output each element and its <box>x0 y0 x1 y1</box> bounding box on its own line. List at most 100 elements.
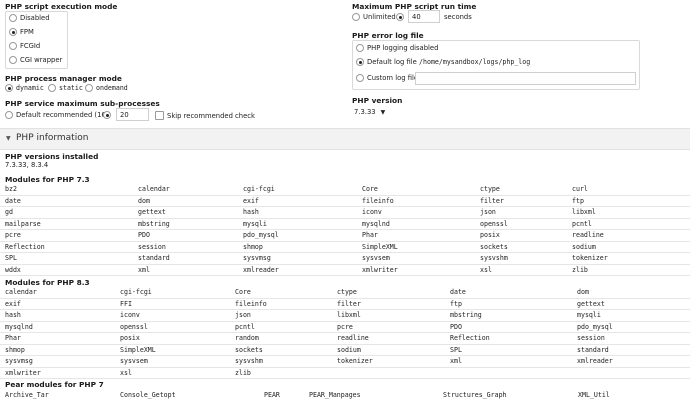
module-cell: xmlwriter <box>362 265 398 274</box>
pm-mode-dynamic[interactable]: dynamic <box>5 84 44 92</box>
module-cell: iconv <box>362 208 382 216</box>
module-cell: pdo_mysql <box>577 322 613 331</box>
error-log-disabled[interactable]: PHP logging disabled <box>356 44 438 52</box>
table-row: wddx xml xmlreader xmlwriter xsl zlib <box>0 265 690 276</box>
module-cell: filter <box>337 299 361 308</box>
module-cell: cgi-fcgi <box>120 288 152 296</box>
module-cell: xmlreader <box>243 265 279 274</box>
radio-icon <box>85 84 93 92</box>
php-info-section-header[interactable]: ▼ PHP information <box>0 128 690 150</box>
checkbox-icon <box>155 111 164 120</box>
max-run-input[interactable]: 40 <box>408 10 440 23</box>
module-cell: Phar <box>5 334 21 342</box>
pear-module-cell: Archive_Tar <box>5 391 49 399</box>
exec-mode-cgi-wrapper[interactable]: CGI wrapper <box>9 56 62 64</box>
modules-73-label: Modules for PHP 7.3 <box>5 175 90 184</box>
sub-processes-custom-radio[interactable] <box>103 111 114 119</box>
exec-mode-fpm[interactable]: FPM <box>9 28 34 36</box>
error-log-custom[interactable]: Custom log file <box>356 74 418 82</box>
exec-mode-disabled[interactable]: Disabled <box>9 14 50 22</box>
pear-table: Archive_Tar Console_Getopt PEAR PEAR_Manpag… <box>0 390 690 401</box>
max-run-unlimited[interactable]: Unlimited <box>352 13 396 21</box>
pear-module-cell: XML_Util <box>578 391 610 399</box>
module-cell: random <box>235 334 259 342</box>
php-versions-value: 7.3.33, 8.3.4 <box>5 161 49 169</box>
collapse-arrow-icon[interactable]: ▼ <box>6 135 11 142</box>
table-row: mailparse mbstring mysqli mysqlnd openssl pcn… <box>0 219 690 230</box>
module-cell: sysvmsg <box>243 254 271 262</box>
error-log-label: PHP error log file <box>352 31 424 40</box>
table-row: Reflection session shmop SimpleXML sockets so… <box>0 242 690 253</box>
table-row: shmop SimpleXML sockets sodium SPL standard <box>0 345 690 356</box>
pear-module-cell: PEAR <box>264 391 280 399</box>
radio-checked-icon <box>5 84 13 92</box>
module-cell: hash <box>243 208 259 216</box>
radio-checked-icon <box>396 13 404 21</box>
modules-83-label: Modules for PHP 8.3 <box>5 278 90 287</box>
module-cell: ctype <box>337 288 357 296</box>
sub-processes-label: PHP service maximum sub-processes <box>5 99 160 108</box>
module-cell: tokenizer <box>572 254 608 262</box>
module-cell: sodium <box>572 242 596 251</box>
module-cell: SimpleXML <box>362 242 398 251</box>
module-cell: fileinfo <box>235 299 267 308</box>
module-cell: gettext <box>138 208 166 216</box>
module-cell: xml <box>138 265 150 274</box>
skip-check[interactable]: Skip recommended check <box>155 111 255 120</box>
error-log-default[interactable]: Default log file /home/mysandbox/logs/ph… <box>356 58 530 66</box>
table-row: calendar cgi-fcgi Core ctype date dom <box>0 287 690 299</box>
module-cell: session <box>577 334 605 342</box>
module-cell: standard <box>138 254 170 262</box>
table-row: exif FFI fileinfo filter ftp gettext <box>0 299 690 310</box>
module-cell: PDO <box>450 322 462 331</box>
module-cell: PDO <box>138 231 150 239</box>
module-cell: gettext <box>577 299 605 308</box>
php-versions-label: PHP versions installed <box>5 152 99 161</box>
module-cell: ftp <box>450 299 462 308</box>
radio-icon <box>48 84 56 92</box>
radio-icon <box>9 56 17 64</box>
radio-icon <box>9 14 17 22</box>
custom-log-input[interactable] <box>415 72 636 85</box>
sub-processes-default[interactable]: Default recommended (16) <box>5 111 108 119</box>
module-cell: mbstring <box>138 219 170 228</box>
module-cell: date <box>450 288 466 296</box>
radio-icon <box>356 74 364 82</box>
module-cell: xsl <box>480 265 492 274</box>
module-cell: dom <box>138 196 150 205</box>
module-cell: wddx <box>5 265 21 274</box>
module-cell: posix <box>120 334 140 342</box>
module-cell: sysvsem <box>120 357 148 365</box>
row-divider <box>0 378 690 379</box>
module-cell: mailparse <box>5 219 41 228</box>
pm-mode-static[interactable]: static <box>48 84 83 92</box>
module-cell: ftp <box>572 196 584 205</box>
table-row: pcre PDO pdo_mysql Phar posix readline <box>0 230 690 242</box>
pm-mode-ondemand[interactable]: ondemand <box>85 84 128 92</box>
max-run-custom-radio[interactable] <box>396 13 407 21</box>
table-row: bz2 calendar cgi-fcgi Core ctype curl <box>0 184 690 196</box>
pm-mode-label: PHP process manager mode <box>5 74 122 83</box>
pear-label: Pear modules for PHP 7 <box>5 380 104 389</box>
module-cell: dom <box>577 288 589 296</box>
php-version-label: PHP version <box>352 96 403 105</box>
module-cell: hash <box>5 311 21 319</box>
module-cell: calendar <box>138 185 170 193</box>
module-cell: SPL <box>5 254 17 262</box>
module-cell: pcre <box>5 231 21 239</box>
radio-icon <box>352 13 360 21</box>
module-cell: Phar <box>362 231 378 239</box>
module-cell: tokenizer <box>337 357 373 365</box>
radio-icon <box>5 111 13 119</box>
error-log-group: PHP logging disabled Default log file /h… <box>352 40 640 90</box>
module-cell: xmlwriter <box>5 368 41 377</box>
module-cell: session <box>138 242 166 251</box>
exec-mode-fcgid[interactable]: FCGId <box>9 42 40 50</box>
php-version-select[interactable]: 7.3.33 ▼ <box>354 108 385 116</box>
module-cell: shmop <box>243 242 263 251</box>
module-cell: ctype <box>480 185 500 193</box>
module-cell: cgi-fcgi <box>243 185 275 193</box>
module-cell: filter <box>480 196 504 205</box>
sub-processes-input[interactable]: 20 <box>116 108 149 121</box>
module-cell: SPL <box>450 345 462 354</box>
